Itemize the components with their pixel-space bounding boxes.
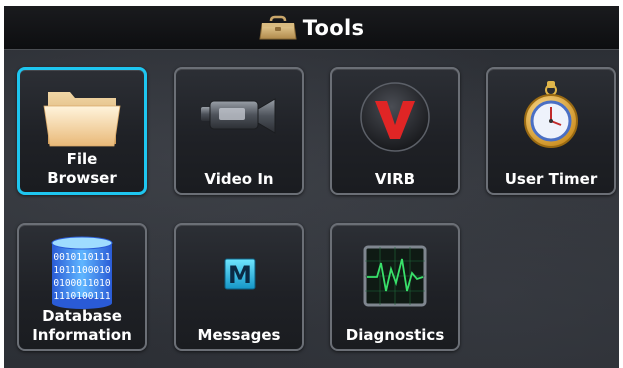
folder-icon: [40, 78, 124, 158]
virb-logo-icon: [353, 77, 437, 157]
database-icon: 0010110111 1011100010 0100011010 1110100…: [40, 233, 124, 313]
messages-button[interactable]: M Messages: [174, 223, 304, 351]
video-camera-icon: [197, 77, 281, 157]
user-timer-label: User Timer: [504, 170, 598, 188]
database-information-button[interactable]: 0010110111 1011100010 0100011010 1110100…: [17, 223, 147, 351]
stopwatch-icon: [509, 77, 593, 157]
database-bits-row-3: 0100011010: [53, 278, 110, 289]
video-in-button[interactable]: Video In: [174, 67, 304, 195]
file-browser-label: File Browser: [47, 150, 117, 187]
messages-letter: M: [228, 261, 252, 289]
virb-label: VIRB: [374, 170, 416, 188]
diagnostics-button[interactable]: Diagnostics: [330, 223, 460, 351]
title-bar: Tools: [4, 6, 619, 50]
tools-screen: Tools File Browser Video In VIRB User Ti…: [4, 6, 619, 368]
virb-button[interactable]: VIRB: [330, 67, 460, 195]
video-in-label: Video In: [204, 170, 274, 188]
toolbox-icon: [259, 15, 297, 41]
database-information-label: Database Information: [32, 307, 132, 344]
database-bits-row-2: 1011100010: [53, 265, 110, 276]
messages-icon: M: [197, 233, 281, 313]
database-bits-row-4: 1110100111: [53, 291, 110, 302]
page-title: Tools: [302, 15, 365, 40]
file-browser-button[interactable]: File Browser: [17, 67, 147, 195]
messages-label: Messages: [197, 326, 281, 344]
user-timer-button[interactable]: User Timer: [486, 67, 616, 195]
diagnostics-label: Diagnostics: [345, 326, 445, 344]
database-bits-row-1: 0010110111: [53, 252, 110, 263]
diagnostics-icon: [353, 233, 437, 313]
